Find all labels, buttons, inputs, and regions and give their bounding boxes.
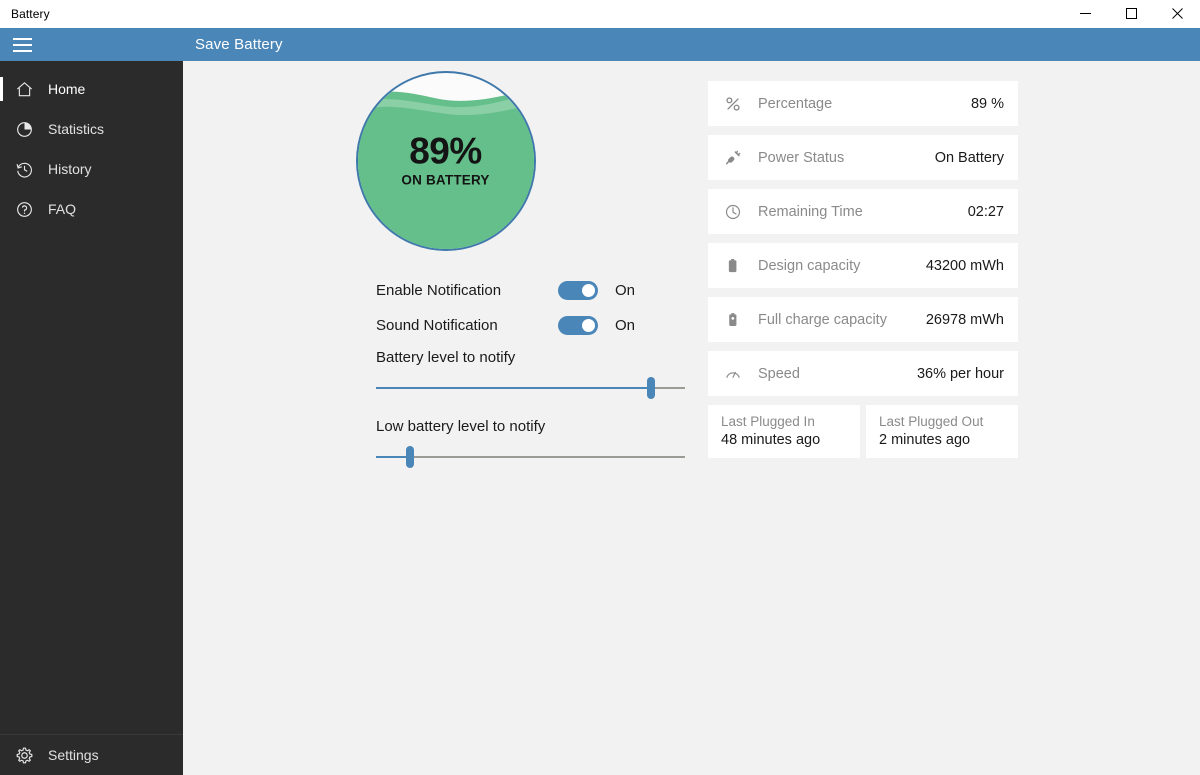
sidebar-bottom: Settings (0, 734, 183, 775)
gear-icon (0, 746, 48, 765)
stat-label: Percentage (758, 96, 971, 112)
window-title: Battery (0, 7, 50, 21)
stats-panel: Percentage 89 % Power Status On Battery (708, 61, 1018, 775)
stat-label: Remaining Time (758, 204, 968, 220)
close-icon (1172, 8, 1183, 19)
sidebar-item-label: FAQ (48, 201, 76, 217)
main-content: 89% ON BATTERY Enable Notification On (183, 61, 1200, 775)
minimize-icon (1080, 8, 1091, 19)
app-window: Battery (0, 0, 1200, 775)
clock-icon (724, 203, 758, 221)
speedometer-icon (724, 365, 758, 383)
stat-label: Power Status (758, 150, 935, 166)
plug-cards-row: Last Plugged In 48 minutes ago Last Plug… (708, 405, 1018, 458)
gauge-text: 89% ON BATTERY (358, 132, 534, 187)
maximize-icon (1126, 8, 1137, 19)
sidebar-item-statistics[interactable]: Statistics (0, 109, 183, 149)
home-icon (0, 80, 48, 99)
battery-gauge-wrap: 89% ON BATTERY (183, 69, 708, 251)
window-titlebar: Battery (0, 0, 1200, 28)
battery-level-slider-block: Battery level to notify (376, 349, 685, 394)
sidebar-item-label: Settings (48, 747, 99, 763)
battery-icon (724, 257, 758, 275)
sidebar-item-label: Home (48, 81, 85, 97)
sidebar-spacer (0, 229, 183, 734)
left-column: 89% ON BATTERY Enable Notification On (183, 61, 708, 775)
stat-value: 26978 mWh (926, 312, 1004, 328)
plug-card-value: 2 minutes ago (879, 432, 1018, 448)
enable-notification-toggle[interactable] (558, 281, 598, 300)
stat-label: Full charge capacity (758, 312, 926, 328)
sidebar-item-home[interactable]: Home (0, 69, 183, 109)
toggle-knob (582, 319, 595, 332)
slider-track (376, 456, 685, 458)
minimize-button[interactable] (1062, 0, 1108, 28)
stat-row-full-charge-capacity[interactable]: Full charge capacity 26978 mWh (708, 297, 1018, 342)
plug-card-title: Last Plugged In (721, 414, 860, 429)
sidebar-item-settings[interactable]: Settings (0, 735, 183, 775)
app-header: Save Battery (0, 28, 1200, 61)
sidebar: Home Statistics (0, 61, 183, 775)
question-circle-icon (0, 200, 48, 219)
gauge-state: ON BATTERY (358, 172, 534, 187)
low-battery-slider-label: Low battery level to notify (376, 418, 685, 435)
sound-notification-state: On (615, 317, 635, 334)
gauge-percent: 89% (358, 132, 534, 169)
stat-value: 36% per hour (917, 366, 1004, 382)
plug-card-title: Last Plugged Out (879, 414, 1018, 429)
sound-notification-row: Sound Notification On (376, 312, 685, 338)
enable-notification-row: Enable Notification On (376, 277, 685, 303)
sound-notification-toggle[interactable] (558, 316, 598, 335)
history-clock-icon (0, 160, 48, 179)
stat-row-power-status[interactable]: Power Status On Battery (708, 135, 1018, 180)
slider-thumb[interactable] (647, 377, 655, 399)
power-plug-icon (724, 149, 758, 167)
toggle-knob (582, 284, 595, 297)
sidebar-item-label: Statistics (48, 121, 104, 137)
stat-row-percentage[interactable]: Percentage 89 % (708, 81, 1018, 126)
enable-notification-state: On (615, 282, 635, 299)
percent-icon (724, 95, 758, 113)
stat-value: On Battery (935, 150, 1004, 166)
maximize-button[interactable] (1108, 0, 1154, 28)
settings-panel: Enable Notification On Sound Notificatio… (183, 277, 708, 463)
hamburger-menu-icon (13, 38, 32, 52)
stat-label: Speed (758, 366, 917, 382)
slider-thumb[interactable] (406, 446, 414, 468)
stat-value: 02:27 (968, 204, 1004, 220)
sidebar-item-faq[interactable]: FAQ (0, 189, 183, 229)
last-plugged-out-card[interactable]: Last Plugged Out 2 minutes ago (866, 405, 1018, 458)
stat-row-speed[interactable]: Speed 36% per hour (708, 351, 1018, 396)
last-plugged-in-card[interactable]: Last Plugged In 48 minutes ago (708, 405, 860, 458)
stat-value: 89 % (971, 96, 1004, 112)
slider-fill (376, 456, 410, 458)
sidebar-item-label: History (48, 161, 92, 177)
app-title: Save Battery (195, 36, 283, 53)
battery-gauge: 89% ON BATTERY (356, 71, 536, 251)
slider-fill (376, 387, 651, 389)
sidebar-item-history[interactable]: History (0, 149, 183, 189)
window-controls (1062, 0, 1200, 28)
battery-full-icon (724, 311, 758, 329)
low-battery-slider[interactable] (376, 451, 685, 463)
pie-chart-icon (0, 120, 48, 139)
stat-label: Design capacity (758, 258, 926, 274)
app-body: Home Statistics (0, 61, 1200, 775)
plug-card-value: 48 minutes ago (721, 432, 860, 448)
sidebar-nav: Home Statistics (0, 61, 183, 229)
close-button[interactable] (1154, 0, 1200, 28)
enable-notification-label: Enable Notification (376, 282, 558, 299)
battery-level-slider-label: Battery level to notify (376, 349, 685, 366)
stat-value: 43200 mWh (926, 258, 1004, 274)
stat-row-design-capacity[interactable]: Design capacity 43200 mWh (708, 243, 1018, 288)
stat-row-remaining-time[interactable]: Remaining Time 02:27 (708, 189, 1018, 234)
low-battery-slider-block: Low battery level to notify (376, 418, 685, 463)
hamburger-menu-button[interactable] (0, 28, 44, 61)
sound-notification-label: Sound Notification (376, 317, 558, 334)
battery-level-slider[interactable] (376, 382, 685, 394)
